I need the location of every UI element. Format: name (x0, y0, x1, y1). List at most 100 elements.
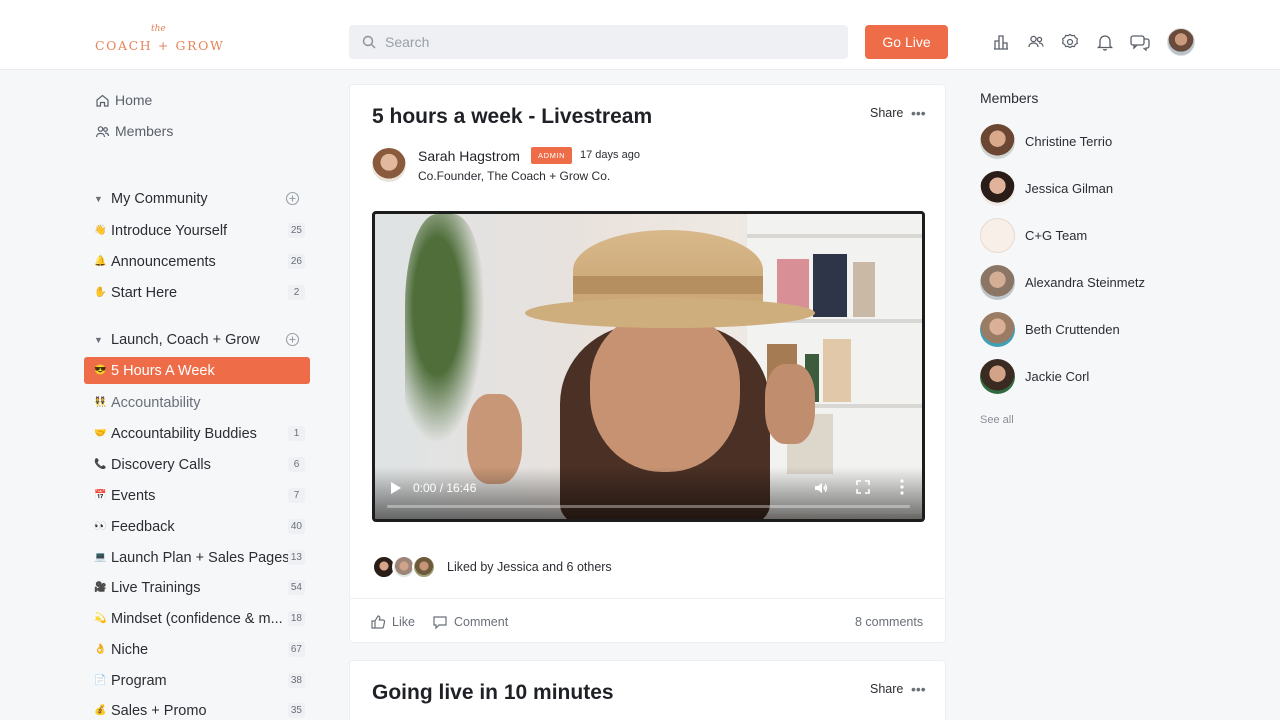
member-item[interactable]: Jessica Gilman (980, 171, 1200, 207)
liker-avatars[interactable] (372, 555, 438, 581)
space-start-here[interactable]: ✋ Start Here 2 (84, 279, 310, 306)
notifications-icon[interactable] (1095, 32, 1117, 54)
space-mindset[interactable]: 💫 Mindset (confidence & m... 18 (84, 605, 310, 632)
member-item[interactable]: C+G Team (980, 218, 1200, 254)
like-button[interactable]: Like (370, 614, 415, 630)
video-progress-track[interactable] (387, 505, 910, 508)
space-count: 2 (288, 285, 305, 300)
space-feedback[interactable]: 👀 Feedback 40 (84, 513, 310, 540)
space-sales-promo[interactable]: 💰 Sales + Promo 35 (84, 697, 310, 720)
space-count: 35 (287, 703, 305, 718)
nav-home[interactable]: Home (95, 92, 152, 108)
see-all-link[interactable]: See all (980, 414, 1014, 426)
add-space-icon[interactable] (285, 191, 300, 206)
space-accountability-buddies[interactable]: 🤝 Accountability Buddies 1 (84, 420, 310, 447)
post-title[interactable]: Going live in 10 minutes (372, 681, 614, 705)
space-launch-plan[interactable]: 💻 Launch Plan + Sales Pages 13 (84, 544, 310, 571)
user-avatar[interactable] (1167, 28, 1195, 56)
nav-members[interactable]: Members (95, 123, 173, 139)
space-count: 67 (287, 642, 305, 657)
member-name: Jessica Gilman (1025, 181, 1114, 196)
search-input[interactable] (385, 25, 835, 59)
brand-logo[interactable]: the COACH + GROW (95, 24, 225, 58)
video-controls: 0:00 / 16:46 (375, 467, 922, 519)
space-program[interactable]: 📄 Program 38 (84, 667, 310, 694)
space-label: 5 Hours A Week (111, 362, 215, 379)
space-label: Accountability (111, 394, 201, 411)
comment-button[interactable]: Comment (432, 614, 508, 630)
space-count: 1 (288, 426, 305, 441)
fullscreen-icon[interactable] (855, 479, 871, 495)
space-niche[interactable]: 👌 Niche 67 (84, 636, 310, 663)
author-avatar[interactable] (372, 148, 406, 182)
leaderboard-icon[interactable] (991, 32, 1013, 54)
member-name: Christine Terrio (1025, 134, 1113, 149)
author-name[interactable]: Sarah Hagstrom (418, 148, 520, 164)
liked-by-text[interactable]: Liked by Jessica and 6 others (447, 560, 612, 574)
settings-icon[interactable] (1060, 32, 1082, 54)
space-label: Launch Plan + Sales Pages (111, 549, 290, 566)
post-title[interactable]: 5 hours a week - Livestream (372, 105, 652, 129)
member-avatar (980, 265, 1015, 300)
share-button[interactable]: Share (870, 106, 903, 120)
member-item[interactable]: Jackie Corl (980, 359, 1200, 395)
space-label: Discovery Calls (111, 456, 211, 473)
space-count: 40 (287, 519, 305, 534)
comment-label: Comment (454, 615, 509, 629)
space-label: Events (111, 487, 156, 504)
go-live-button[interactable]: Go Live (865, 25, 948, 59)
comments-count[interactable]: 8 comments (855, 615, 923, 629)
space-introduce-yourself[interactable]: 👋 Introduce Yourself 25 (84, 217, 310, 244)
group-my-community[interactable]: ▼ My Community (94, 189, 305, 209)
member-avatar (980, 171, 1015, 206)
member-name: C+G Team (1025, 228, 1088, 243)
volume-icon[interactable] (812, 478, 832, 498)
space-announcements[interactable]: 🔔 Announcements 26 (84, 248, 310, 275)
space-events[interactable]: 📅 Events 7 (84, 482, 310, 509)
space-discovery-calls[interactable]: 📞 Discovery Calls 6 (84, 451, 310, 478)
space-emoji: 👋 (94, 225, 107, 236)
author-role: Co.Founder, The Coach + Grow Co. (418, 169, 611, 183)
space-label: Program (111, 672, 167, 689)
messages-icon[interactable] (1129, 32, 1151, 54)
space-emoji: 🔔 (94, 256, 107, 267)
space-count: 18 (287, 611, 305, 626)
group-title: My Community (111, 191, 208, 207)
space-emoji: 💫 (94, 613, 107, 624)
group-launch-coach-grow[interactable]: ▼ Launch, Coach + Grow (94, 330, 305, 350)
space-emoji: 📅 (94, 490, 107, 501)
space-emoji: 👯 (94, 397, 107, 408)
search-bar[interactable] (349, 25, 848, 59)
member-name: Beth Cruttenden (1025, 322, 1120, 337)
space-label: Announcements (111, 253, 216, 270)
search-icon (362, 35, 376, 49)
members-icon[interactable] (1026, 32, 1048, 54)
add-space-icon[interactable] (285, 332, 300, 347)
more-options-icon[interactable]: ••• (911, 681, 926, 697)
space-emoji: 🎥 (94, 582, 107, 593)
share-button[interactable]: Share (870, 682, 903, 696)
member-item[interactable]: Alexandra Steinmetz (980, 265, 1200, 301)
space-emoji: 📞 (94, 459, 107, 470)
member-item[interactable]: Christine Terrio (980, 124, 1200, 160)
space-emoji: ✋ (94, 287, 107, 298)
video-hand (765, 364, 815, 444)
post-time: 17 days ago (580, 149, 640, 161)
more-options-icon[interactable]: ••• (911, 105, 926, 121)
space-emoji: 💻 (94, 552, 107, 563)
member-avatar (980, 359, 1015, 394)
space-emoji: 👌 (94, 644, 107, 655)
member-item[interactable]: Beth Cruttenden (980, 312, 1200, 348)
space-count: 26 (287, 254, 305, 269)
space-5-hours-a-week[interactable]: 😎 5 Hours A Week (84, 357, 310, 384)
video-hatband (573, 276, 763, 294)
video-more-icon[interactable] (899, 478, 905, 496)
admin-badge: ADMIN (531, 147, 573, 164)
space-accountability[interactable]: 👯 Accountability (84, 389, 310, 416)
space-live-trainings[interactable]: 🎥 Live Trainings 54 (84, 574, 310, 601)
space-count: 7 (288, 488, 305, 503)
space-label: Live Trainings (111, 579, 201, 596)
video-player[interactable]: 0:00 / 16:46 (372, 211, 925, 522)
play-icon[interactable] (389, 480, 403, 496)
space-label: Introduce Yourself (111, 222, 228, 239)
